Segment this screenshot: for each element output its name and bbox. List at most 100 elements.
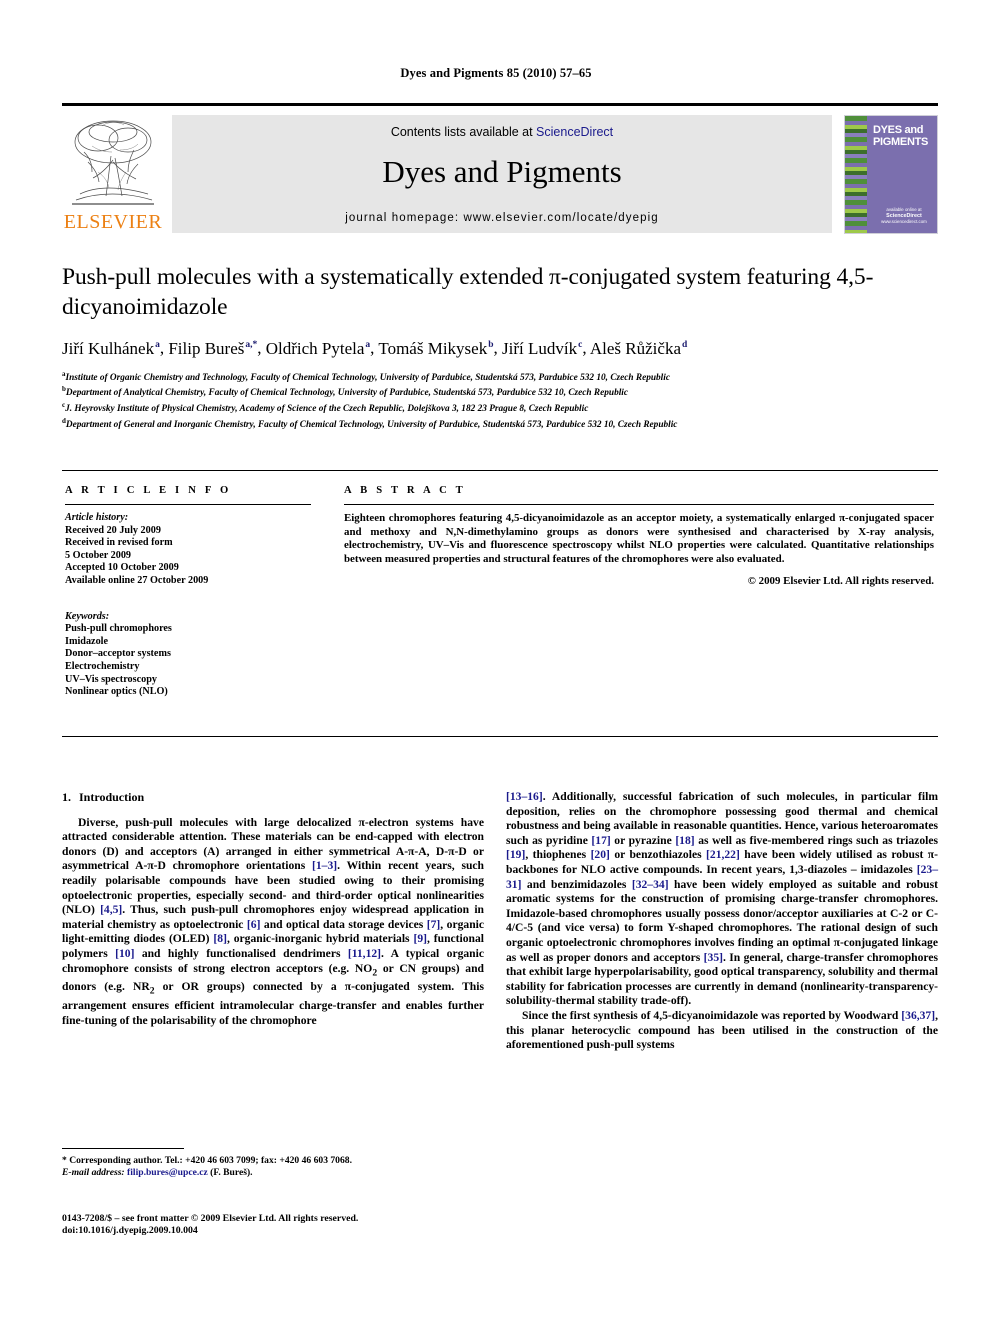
author-name: Jiří Kulhánek [62, 338, 155, 358]
keywords-label: Keywords: [65, 610, 110, 622]
journal-homepage-link[interactable]: journal homepage: www.elsevier.com/locat… [172, 212, 832, 224]
citation-link[interactable]: [10] [115, 947, 134, 960]
author-list: Jiří Kulháneka, Filip Bureša,*, Oldřich … [62, 338, 688, 358]
email-label: E-mail address: [62, 1167, 125, 1178]
abstract-copyright: © 2009 Elsevier Ltd. All rights reserved… [747, 575, 934, 588]
keyword-item: Imidazole [65, 635, 109, 647]
author-affiliation-mark: a [155, 340, 160, 350]
citation-link[interactable]: [19] [506, 848, 525, 861]
citation-link[interactable]: [18] [675, 834, 694, 847]
citation-link[interactable]: [20] [591, 848, 610, 861]
tree-drawing [72, 120, 154, 205]
cover-footer-url: www.sciencedirect.com [881, 219, 927, 224]
citation-link[interactable]: [11,12] [348, 947, 381, 960]
elsevier-wordmark: ELSEVIER [63, 211, 163, 233]
journal-cover-thumbnail[interactable]: DYES and PIGMENTS available online at Sc… [844, 115, 938, 234]
author-affiliation-mark: b [488, 340, 494, 350]
author-entry: Aleš Růžičkad [590, 339, 687, 358]
citation-link[interactable]: [13–16] [506, 790, 543, 803]
section-heading-introduction: 1. Introduction [62, 790, 484, 805]
history-item: Received in revised form [65, 537, 173, 549]
contents-prefix: Contents lists available at [390, 125, 537, 139]
keyword-item: UV–Vis spectroscopy [65, 673, 157, 685]
citation-link[interactable]: [21,22] [706, 848, 740, 861]
author-affiliation-mark: d [682, 340, 688, 350]
author-name: Tomáš Mikysek [378, 338, 488, 358]
citation-link[interactable]: [7] [427, 918, 441, 931]
affiliation-text: Department of General and Inorganic Chem… [65, 419, 678, 430]
doi-line: doi:10.1016/j.dyepig.2009.10.004 [62, 1225, 198, 1237]
author-entry: Jiří Kulháneka [62, 339, 160, 358]
email-link[interactable]: filip.bures@upce.cz [127, 1167, 208, 1178]
abstract-text: Eighteen chromophores featuring 4,5-dicy… [344, 512, 934, 565]
history-item: 5 October 2009 [65, 549, 132, 561]
paper-page: Dyes and Pigments 85 (2010) 57–65 ELSEVI… [0, 0, 992, 1323]
affiliation-item: cJ. Heyrovsky Institute of Physical Chem… [62, 400, 938, 416]
contents-available-line: Contents lists available at ScienceDirec… [172, 125, 832, 139]
abstract-heading: A B S T R A C T [344, 485, 466, 496]
page-title: Push-pull molecules with a systematicall… [62, 264, 874, 320]
affiliation-item: aInstitute of Organic Chemistry and Tech… [62, 369, 938, 385]
body-paragraph: [13–16]. Additionally, successful fabric… [506, 790, 938, 1008]
keyword-item: Nonlinear optics (NLO) [65, 686, 168, 698]
elsevier-logo: ELSEVIER [62, 116, 164, 234]
article-history-label: Article history: [65, 512, 129, 523]
author-name: Aleš Růžička [589, 338, 681, 358]
keyword-item: Donor–acceptor systems [65, 648, 171, 660]
sciencedirect-link[interactable]: ScienceDirect [536, 125, 613, 139]
running-head: Dyes and Pigments 85 (2010) 57–65 [400, 66, 592, 80]
article-info-column: A R T I C L E I N F O Article history: R… [65, 485, 311, 699]
footnote-text: * Corresponding author. Tel.: +420 46 60… [62, 1155, 484, 1179]
cover-title-text: DYES and PIGMENTS [873, 124, 929, 148]
history-item: Received 20 July 2009 [65, 524, 161, 536]
article-info-heading: A R T I C L E I N F O [65, 485, 232, 496]
citation-link[interactable]: [4,5] [100, 903, 122, 916]
citation-link[interactable]: [8] [213, 932, 227, 945]
citation-link[interactable]: [1–3] [312, 859, 337, 872]
author-affiliation-mark: c [578, 340, 583, 350]
info-divider [65, 504, 311, 505]
section-title: Introduction [79, 790, 145, 804]
citation-link[interactable]: [35] [704, 951, 723, 964]
citation-link[interactable]: [36,37] [901, 1009, 935, 1022]
affiliation-text: Institute of Organic Chemistry and Techn… [65, 372, 670, 383]
footnote-divider [62, 1148, 184, 1149]
author-affiliation-mark: a,* [245, 340, 258, 350]
masthead-band: Contents lists available at ScienceDirec… [172, 115, 832, 233]
affiliation-text: J. Heyrovsky Institute of Physical Chemi… [65, 404, 589, 415]
citation-link[interactable]: [6] [247, 918, 261, 931]
footnote-block: * Corresponding author. Tel.: +420 46 60… [62, 1148, 484, 1179]
journal-title: Dyes and Pigments [382, 154, 622, 189]
elsevier-tree-icon [68, 116, 158, 208]
author-affiliation-mark: a [365, 340, 371, 350]
body-column-right: [13–16]. Additionally, successful fabric… [506, 790, 938, 1053]
journal-masthead: ELSEVIER Contents lists available at Sci… [62, 103, 938, 234]
affiliation-item: dDepartment of General and Inorganic Che… [62, 416, 938, 432]
affiliation-item: bDepartment of Analytical Chemistry, Fac… [62, 384, 938, 400]
citation-link[interactable]: [32–34] [632, 878, 669, 891]
author-entry: Oldřich Pytelaa [266, 339, 370, 358]
author-entry: Jiří Ludvíkc [502, 339, 582, 358]
citation-link[interactable]: [17] [591, 834, 610, 847]
title-block: Push-pull molecules with a systematicall… [62, 262, 938, 431]
citation-link[interactable]: [23–31] [506, 863, 938, 891]
citation-link[interactable]: [9] [413, 932, 427, 945]
affiliation-text: Department of Analytical Chemistry, Facu… [65, 388, 629, 399]
cover-footer: available online at ScienceDirect www.sc… [875, 207, 933, 225]
abstract-divider [344, 504, 934, 505]
history-item: Available online 27 October 2009 [65, 574, 209, 586]
cover-art-strip [845, 116, 867, 233]
body-paragraph: Since the first synthesis of 4,5-dicyano… [506, 1008, 938, 1052]
keyword-list: Keywords: Push-pull chromophores Imidazo… [65, 611, 311, 699]
article-history: Article history: Received 20 July 2009 R… [65, 512, 311, 588]
abstract-column: A B S T R A C T Eighteen chromophores fe… [344, 485, 934, 587]
author-entry: Filip Bureša,* [168, 339, 257, 358]
keyword-item: Electrochemistry [65, 660, 140, 672]
author-name: Jiří Ludvík [502, 338, 578, 358]
corresponding-author-note: * Corresponding author. Tel.: +420 46 60… [62, 1155, 352, 1166]
keyword-item: Push-pull chromophores [65, 623, 172, 635]
author-name: Oldřich Pytela [265, 338, 365, 358]
body-paragraph: Diverse, push-pull molecules with large … [62, 815, 485, 1027]
affiliation-list: aInstitute of Organic Chemistry and Tech… [62, 369, 938, 432]
imprint-block: 0143-7208/$ – see front matter © 2009 El… [62, 1213, 522, 1238]
